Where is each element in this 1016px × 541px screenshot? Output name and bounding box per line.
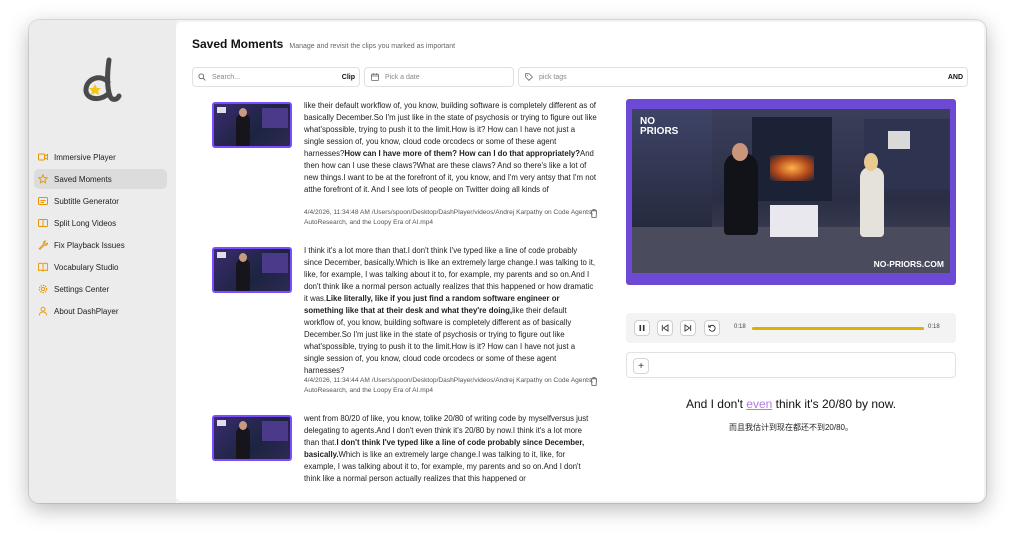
date-picker[interactable]: Pick a date <box>364 67 514 87</box>
date-placeholder: Pick a date <box>385 73 420 81</box>
tags-input[interactable]: pick tags AND <box>518 67 968 87</box>
playback-controls: 0:18 0:18 <box>626 313 956 343</box>
moment-thumbnail[interactable] <box>212 415 292 461</box>
moment-meta: 4/4/2026, 11:34:48 AM /Users/spoon/Deskt… <box>304 209 594 226</box>
skip-forward-icon <box>684 324 692 332</box>
sidebar-item-split-long-videos[interactable]: Split Long Videos <box>34 213 167 233</box>
progress-fill <box>752 327 924 330</box>
replay-button[interactable] <box>704 320 720 336</box>
previous-sentence-button[interactable] <box>657 320 673 336</box>
sidebar-item-label: Immersive Player <box>54 152 116 162</box>
current-time: 0:18 <box>734 324 746 330</box>
search-icon <box>198 73 206 81</box>
sidebar-item-label: Vocabulary Studio <box>54 262 119 272</box>
sidebar-item-settings-center[interactable]: Settings Center <box>34 279 167 299</box>
sidebar-item-label: About DashPlayer <box>54 306 119 316</box>
video-frame[interactable]: NO PRIORS NO-PRIORS.COM <box>632 109 950 273</box>
next-sentence-button[interactable] <box>680 320 696 336</box>
moment-text: I think it's a lot more than that.I don'… <box>304 246 596 375</box>
book-icon <box>38 262 48 272</box>
sidebar-item-label: Settings Center <box>54 284 110 294</box>
total-time: 0:18 <box>928 324 940 330</box>
pause-icon <box>639 325 645 331</box>
split-icon <box>38 219 48 227</box>
subtitle-word-highlight[interactable]: even <box>746 397 772 411</box>
sidebar-item-immersive-player[interactable]: Immersive Player <box>34 147 167 167</box>
sidebar-item-vocabulary-studio[interactable]: Vocabulary Studio <box>34 257 167 277</box>
search-placeholder: Search... <box>212 73 241 81</box>
sidebar: Immersive Player Saved Moments Subtitle … <box>29 20 176 503</box>
calendar-icon <box>371 73 379 81</box>
search-input[interactable]: Search... Clip <box>192 67 360 87</box>
skip-back-icon <box>661 324 669 332</box>
tag-editor: + <box>626 352 956 378</box>
page-subtitle: Manage and revisit the clips you marked … <box>289 43 456 50</box>
sidebar-item-fix-playback-issues[interactable]: Fix Playback Issues <box>34 235 167 255</box>
page-title: Saved Moments <box>192 37 284 51</box>
sidebar-item-about-dashplayer[interactable]: About DashPlayer <box>34 301 167 321</box>
video-watermark: NO-PRIORS.COM <box>873 259 944 269</box>
sidebar-item-subtitle-generator[interactable]: Subtitle Generator <box>34 191 167 211</box>
page-header: Saved Moments Manage and revisit the cli… <box>192 37 455 51</box>
tag-icon <box>525 73 533 81</box>
sidebar-item-label: Subtitle Generator <box>54 196 119 206</box>
trash-icon[interactable] <box>590 209 597 218</box>
dashplayer-logo <box>83 57 122 102</box>
filter-bar: Search... Clip Pick a date pick tags AND <box>192 67 968 87</box>
gear-icon <box>38 284 48 294</box>
pause-button[interactable] <box>634 320 650 336</box>
video-player[interactable]: NO PRIORS NO-PRIORS.COM <box>626 99 956 285</box>
subtitle-line: And I don't even think it's 20/80 by now… <box>685 397 897 411</box>
sidebar-item-label: Saved Moments <box>54 174 112 184</box>
tag-match-mode-toggle[interactable]: AND <box>948 74 963 81</box>
moment-text: went from 80/20 of like, you know, tolik… <box>304 414 589 483</box>
captions-icon <box>38 197 48 205</box>
subtitle-translation: 而且我估计到现在都还不到20/80。 <box>728 423 854 432</box>
moment-highlight: How can I have more of them? How can I d… <box>344 149 580 158</box>
wrench-icon <box>38 240 48 250</box>
sidebar-item-label: Fix Playback Issues <box>54 240 125 250</box>
progress-bar[interactable] <box>752 327 924 330</box>
moment-thumbnail[interactable] <box>212 102 292 148</box>
sidebar-item-label: Split Long Videos <box>54 218 117 228</box>
sidebar-item-saved-moments[interactable]: Saved Moments <box>34 169 167 189</box>
trash-icon[interactable] <box>590 377 597 386</box>
main-panel: Saved Moments Manage and revisit the cli… <box>176 22 984 501</box>
moment-text: like their default workflow of, you know… <box>304 101 597 194</box>
moment-thumbnail[interactable] <box>212 247 292 293</box>
replay-icon <box>708 324 716 332</box>
show-badge: NO PRIORS <box>640 116 679 137</box>
moment-meta: 4/4/2026, 11:34:44 AM /Users/spoon/Deskt… <box>304 377 594 394</box>
add-tag-button[interactable]: + <box>633 358 649 374</box>
star-icon <box>38 174 48 184</box>
tags-placeholder: pick tags <box>539 73 567 81</box>
clip-filter-toggle[interactable]: Clip <box>342 74 355 81</box>
user-icon <box>38 306 48 316</box>
sidebar-nav: Immersive Player Saved Moments Subtitle … <box>34 147 167 323</box>
app-window: Immersive Player Saved Moments Subtitle … <box>29 20 986 503</box>
video-icon <box>38 153 48 161</box>
moments-list: like their default workflow of, you know… <box>212 100 597 500</box>
